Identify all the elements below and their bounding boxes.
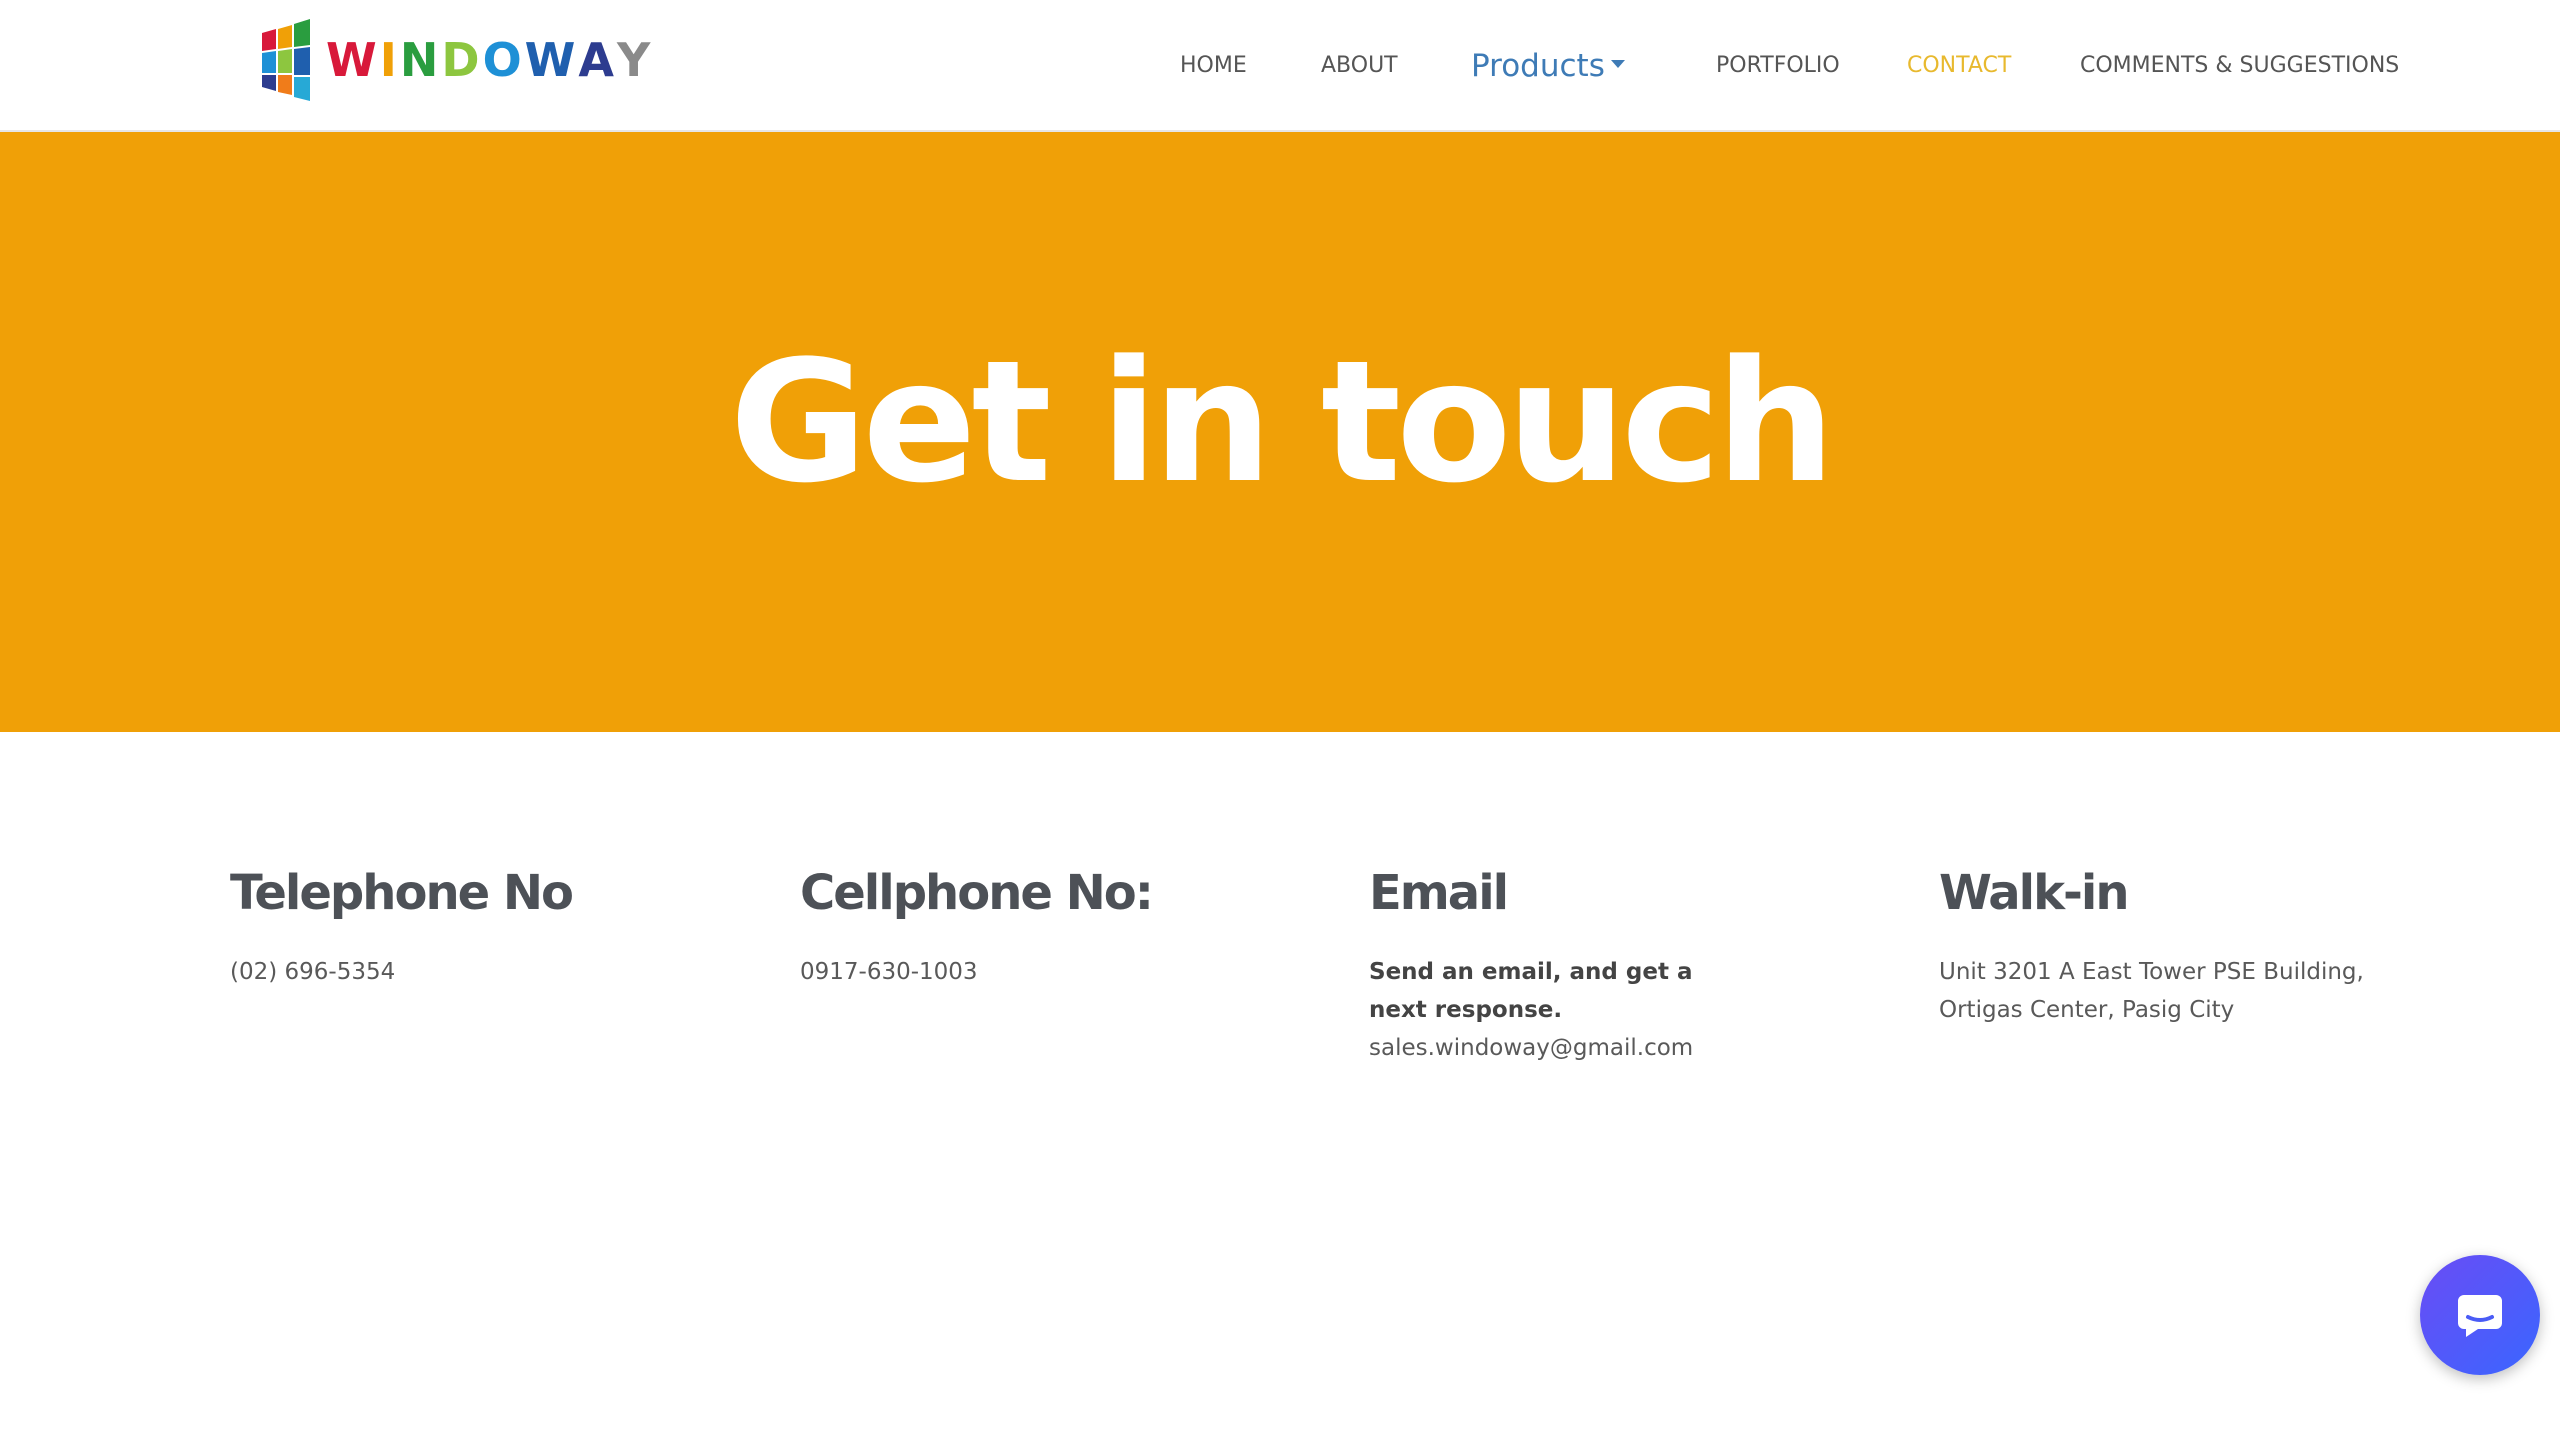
hero-title: Get in touch (729, 324, 1836, 520)
walkin-block: Walk-in Unit 3201 A East Tower PSE Build… (1939, 865, 2369, 1029)
nav-products-dropdown[interactable]: Products (1471, 0, 1625, 132)
cellphone-heading: Cellphone No: (800, 865, 1154, 921)
nav-home[interactable]: HOME (1180, 0, 1247, 132)
email-heading: Email (1369, 865, 1509, 921)
telephone-heading: Telephone No (230, 865, 574, 921)
email-note: Send an email, and get a next response. (1369, 959, 1693, 1024)
nav-contact[interactable]: CONTACT (1907, 0, 2011, 132)
email-address-link[interactable]: sales.windoway@gmail.com (1369, 1029, 1849, 1067)
telephone-number: (02) 696-5354 (230, 959, 396, 986)
chat-icon (2458, 1295, 2502, 1337)
site-header: WINDOWAY HOME ABOUT Products PORTFOLIO C… (0, 0, 2560, 132)
main-nav: HOME ABOUT Products PORTFOLIO CONTACT CO… (0, 0, 2560, 132)
walkin-address: Unit 3201 A East Tower PSE Building, Ort… (1939, 959, 2364, 1024)
caret-down-icon (1610, 60, 1625, 68)
nav-products-label: Products (1471, 48, 1605, 84)
telephone-block: Telephone No (02) 696-5354 (230, 865, 710, 991)
chat-widget-button[interactable] (2420, 1255, 2540, 1375)
email-block: Email Send an email, and get a next resp… (1369, 865, 1849, 1067)
cellphone-number: 0917-630-1003 (800, 959, 978, 986)
walkin-heading: Walk-in (1939, 865, 2130, 921)
nav-comments-suggestions[interactable]: COMMENTS & SUGGESTIONS (2080, 0, 2399, 132)
hero-banner: Get in touch (0, 132, 2560, 732)
nav-portfolio[interactable]: PORTFOLIO (1716, 0, 1840, 132)
nav-about[interactable]: ABOUT (1321, 0, 1398, 132)
cellphone-block: Cellphone No: 0917-630-1003 (800, 865, 1280, 991)
